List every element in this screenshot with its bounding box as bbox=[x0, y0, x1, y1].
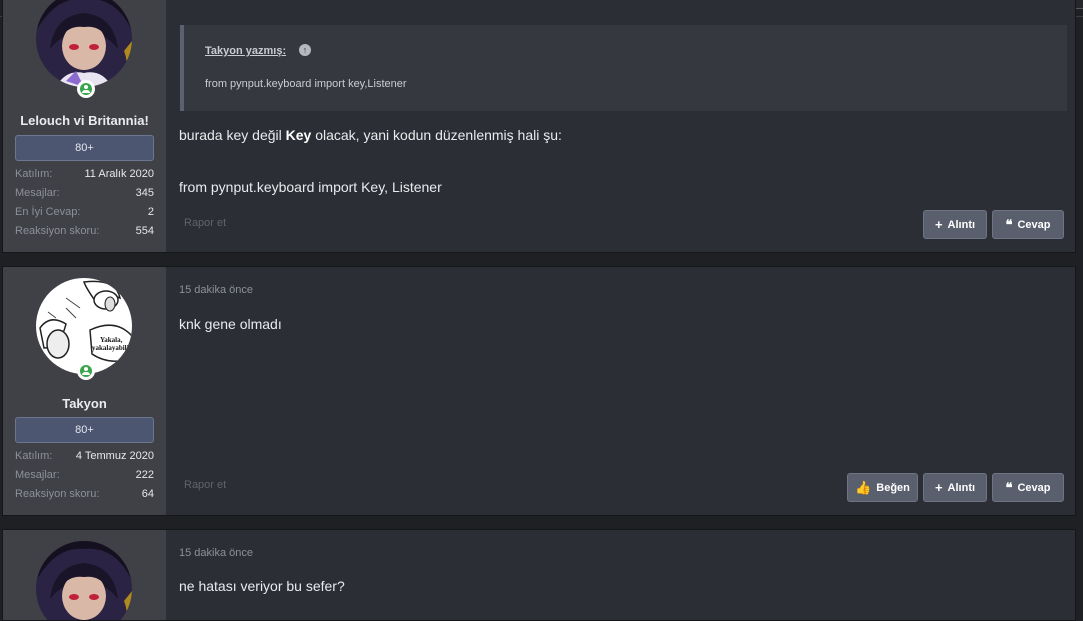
quote-button[interactable]: + Alıntı bbox=[923, 210, 987, 239]
quote-block: Takyon yazmış: ↑ from pynput.keyboard im… bbox=[180, 25, 1067, 111]
quote-mark-icon: ❝ bbox=[1005, 217, 1013, 232]
user-badge: 80+ bbox=[15, 135, 154, 161]
stat-messages: Mesajlar: 222 bbox=[15, 469, 154, 481]
post-3: 15 dakika önce ne hatası veriyor bu sefe… bbox=[2, 529, 1076, 621]
stat-messages: Mesajlar: 345 bbox=[15, 187, 154, 199]
online-user-icon bbox=[77, 80, 95, 98]
reply-button[interactable]: ❝ Cevap bbox=[992, 473, 1064, 502]
post-1: Lelouch vi Britannia! 80+ Katılım: 11 Ara… bbox=[2, 0, 1076, 253]
stat-joined: Katılım: 4 Temmuz 2020 bbox=[15, 450, 154, 462]
avatar-text-2: yakalayabilir bbox=[92, 344, 132, 352]
stat-joined: Katılım: 11 Aralık 2020 bbox=[15, 168, 154, 180]
stat-reaction-score: Reaksiyon skoru: 64 bbox=[15, 488, 154, 500]
post-1-user-panel: Lelouch vi Britannia! 80+ Katılım: 11 Ara… bbox=[3, 0, 166, 252]
quote-mark-icon: ❝ bbox=[1005, 480, 1013, 495]
post-3-content: 15 dakika önce ne hatası veriyor bu sefe… bbox=[167, 530, 1075, 620]
quote-author-link[interactable]: Takyon yazmış: bbox=[205, 45, 286, 57]
user-badge: 80+ bbox=[15, 417, 154, 443]
post-time[interactable]: 15 dakika önce bbox=[179, 284, 253, 296]
avatar[interactable] bbox=[36, 541, 132, 620]
reply-button[interactable]: ❝ Cevap bbox=[992, 210, 1064, 239]
arrow-up-circle-icon[interactable]: ↑ bbox=[299, 44, 311, 56]
thumbs-up-icon: 👍 bbox=[855, 480, 872, 495]
message: ne hatası veriyor bu sefer? bbox=[179, 578, 345, 594]
username[interactable]: Takyon bbox=[3, 396, 166, 411]
avatar-text-1: Yakala, bbox=[100, 336, 123, 344]
post-1-content: Takyon yazmış: ↑ from pynput.keyboard im… bbox=[167, 0, 1075, 252]
avatar[interactable] bbox=[36, 0, 132, 87]
stat-best-answer: En İyi Cevap: 2 bbox=[15, 206, 154, 218]
message: knk gene olmadı bbox=[179, 316, 282, 332]
plus-icon: + bbox=[934, 480, 943, 495]
quote-button[interactable]: + Alıntı bbox=[923, 473, 987, 502]
post-2-user-panel: Yakala, yakalayabilir Takyon 80+ Katılım… bbox=[3, 267, 166, 515]
post-2-content: 15 dakika önce knk gene olmadı Rapor et … bbox=[167, 267, 1075, 515]
quote-text: from pynput.keyboard import key,Listener bbox=[205, 78, 407, 90]
post-time[interactable]: 15 dakika önce bbox=[179, 547, 253, 559]
avatar[interactable]: Yakala, yakalayabilir bbox=[36, 278, 132, 374]
stat-reaction-score: Reaksiyon skoru: 554 bbox=[15, 225, 154, 237]
post-3-user-panel bbox=[3, 530, 166, 620]
like-button[interactable]: 👍 Beğen bbox=[847, 473, 918, 502]
post-2: Yakala, yakalayabilir Takyon 80+ Katılım… bbox=[2, 266, 1076, 516]
username[interactable]: Lelouch vi Britannia! bbox=[3, 113, 166, 128]
online-user-icon bbox=[77, 362, 95, 380]
plus-icon: + bbox=[934, 217, 943, 232]
report-link[interactable]: Rapor et bbox=[184, 479, 226, 491]
message-line-1: burada key değil Key olacak, yani kodun … bbox=[179, 127, 562, 143]
message-line-2: from pynput.keyboard import Key, Listene… bbox=[179, 179, 442, 195]
report-link[interactable]: Rapor et bbox=[184, 217, 226, 229]
